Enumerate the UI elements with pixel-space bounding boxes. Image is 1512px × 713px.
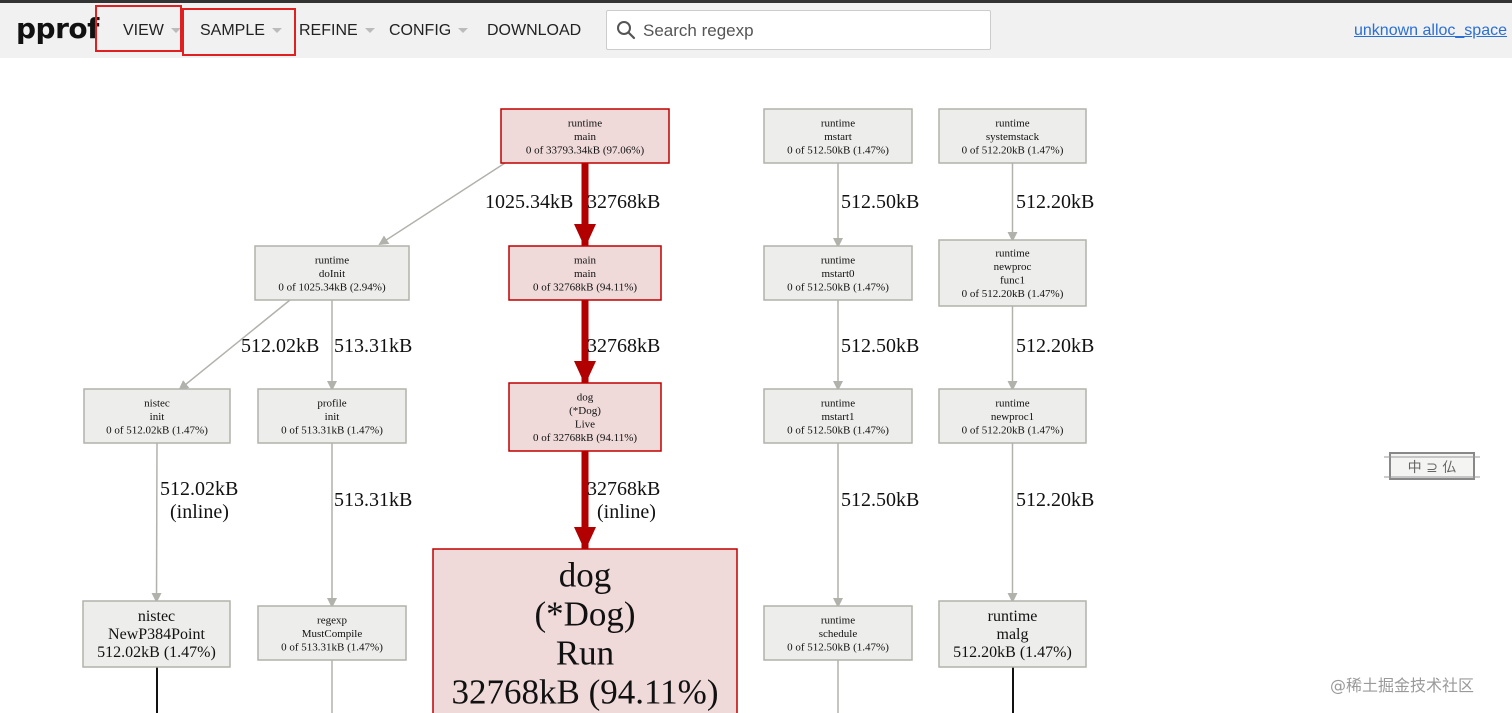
node-label-line: 0 of 512.50kB (1.47%) [787,424,889,436]
node-label-line: dog [559,555,612,594]
edge-label: 513.31kB [334,489,412,511]
node-dog_live[interactable]: dog(*Dog) Live0 of 32768kB (94.11%) [508,382,662,452]
node-runtime_mstart0[interactable]: runtime mstart00 of 512.50kB (1.47%) [763,245,913,301]
node-label-line: runtime [988,608,1038,625]
edge-label: 512.20kB [1016,335,1094,357]
edge-label: 32768kB [587,335,660,357]
node-label-line: regexp [317,614,347,626]
node-main_main[interactable]: mainmain0 of 32768kB (94.11%) [508,245,662,301]
node-label-line: doInit [319,268,345,280]
node-runtime_newproc1[interactable]: runtime newproc10 of 512.20kB (1.47%) [938,388,1087,444]
node-label-line: func1 [1000,275,1025,287]
node-label-line: main [574,131,596,143]
node-label-line: mstart0 [822,268,855,280]
node-label-line: main [574,254,596,266]
node-runtime_schedule[interactable]: runtime schedule0 of 512.50kB (1.47%) [763,605,913,661]
node-label-line: mstart1 [822,411,855,423]
node-label-line: malg [997,626,1029,643]
node-label-line: profile [317,397,346,409]
node-label-line: 0 of 512.02kB (1.47%) [106,424,208,436]
watermark: @稀土掘金技术社区 [1330,676,1475,695]
node-label-line: systemstack [986,131,1040,143]
node-label-line: 512.02kB (1.47%) [97,644,216,661]
node-label-line: 0 of 32768kB (94.11%) [533,432,637,444]
node-label-line: runtime [315,254,349,266]
edge-label: 512.20kB [1016,489,1094,511]
node-runtime_main[interactable]: runtime main0 of 33793.34kB (97.06%) [500,108,670,164]
node-label-line: 0 of 512.20kB (1.47%) [962,144,1064,156]
node-label-line: MustCompile [302,628,363,640]
node-label-line: main [574,268,596,280]
node-label-line: 0 of 512.50kB (1.47%) [787,144,889,156]
node-runtime_systemstack[interactable]: runtime systemstack0 of 512.20kB (1.47%) [938,108,1087,164]
node-runtime_malg[interactable]: runtimemalg512.20kB (1.47%) [938,600,1087,668]
node-label-line: Live [575,419,595,431]
node-label-line: runtime [995,117,1029,129]
node-label-line: init [325,411,340,423]
node-label-line: runtime [821,117,855,129]
node-label-line: init [150,411,165,423]
node-dog_run[interactable]: dog(*Dog)Run32768kB (94.11%) [432,548,738,713]
node-label-line: mstart [824,131,852,143]
node-label-line: (*Dog) [534,594,635,633]
node-label-line: 0 of 512.20kB (1.47%) [962,424,1064,436]
node-label-line: nistec [144,397,170,409]
node-runtime_newproc_func1[interactable]: runtimenewproc func10 of 512.20kB (1.47%) [938,239,1087,307]
seal-stamp: 中 ⊇ 仏 [1384,452,1480,480]
node-label-line: newproc [994,261,1032,273]
edge-label: (inline) [597,501,656,523]
node-label-line: NewP384Point [108,626,205,643]
edge-label: 32768kB [587,191,660,213]
edge-label: 512.50kB [841,335,919,357]
node-label-line: 0 of 512.50kB (1.47%) [787,281,889,293]
stamp-text: 中 ⊇ 仏 [1408,460,1457,476]
edge-nistec_init-to-nistec_newp384[interactable] [151,442,162,603]
node-label-line: runtime [821,254,855,266]
edge-label: 512.50kB [841,191,919,213]
node-label-line: runtime [821,397,855,409]
node-label-line: newproc1 [991,411,1034,423]
edge-label: 512.50kB [841,489,919,511]
node-label-line: runtime [821,614,855,626]
node-nistec_init[interactable]: nistec init0 of 512.02kB (1.47%) [83,388,231,444]
edge-label: 513.31kB [334,335,412,357]
edge-label: (inline) [170,501,229,523]
node-label-line: schedule [819,628,858,640]
node-regexp_mustcompile[interactable]: regexp MustCompile0 of 513.31kB (1.47%) [257,605,407,661]
edge-label: 32768kB [587,478,660,500]
node-label-line: 0 of 1025.34kB (2.94%) [278,281,386,293]
node-runtime_mstart[interactable]: runtime mstart0 of 512.50kB (1.47%) [763,108,913,164]
node-runtime_mstart1[interactable]: runtime mstart10 of 512.50kB (1.47%) [763,388,913,444]
node-label-line: runtime [995,248,1029,260]
edge-label: 1025.34kB [485,191,573,213]
node-label-line: runtime [995,397,1029,409]
call-graph: 1025.34kB 32768kB 512.02kB 513.31kB 32768kB 5… [82,108,1094,713]
node-label-line: 0 of 513.31kB (1.47%) [281,424,383,436]
node-label-line: 512.20kB (1.47%) [953,644,1072,661]
edge-label: 512.02kB [160,478,238,500]
node-profile_init[interactable]: profile init0 of 513.31kB (1.47%) [257,388,407,444]
node-runtime_doInit[interactable]: runtime doInit0 of 1025.34kB (2.94%) [254,245,410,301]
node-label-line: 0 of 32768kB (94.11%) [533,281,637,293]
node-nistec_newp384[interactable]: nistecNewP384Point512.02kB (1.47%) [82,600,231,668]
node-label-line: nistec [138,608,175,625]
node-label-line: runtime [568,117,602,129]
node-label-line: dog [577,392,594,404]
node-label-line: 32768kB (94.11%) [451,672,718,711]
edge-label: 512.20kB [1016,191,1094,213]
node-label-line: (*Dog) [569,405,601,417]
node-label-line: 0 of 513.31kB (1.47%) [281,641,383,653]
node-label-line: 0 of 512.50kB (1.47%) [787,641,889,653]
node-label-line: 0 of 33793.34kB (97.06%) [526,144,645,156]
node-label-line: Run [556,633,614,672]
node-label-line: 0 of 512.20kB (1.47%) [962,288,1064,300]
edge-label: 512.02kB [241,335,319,357]
